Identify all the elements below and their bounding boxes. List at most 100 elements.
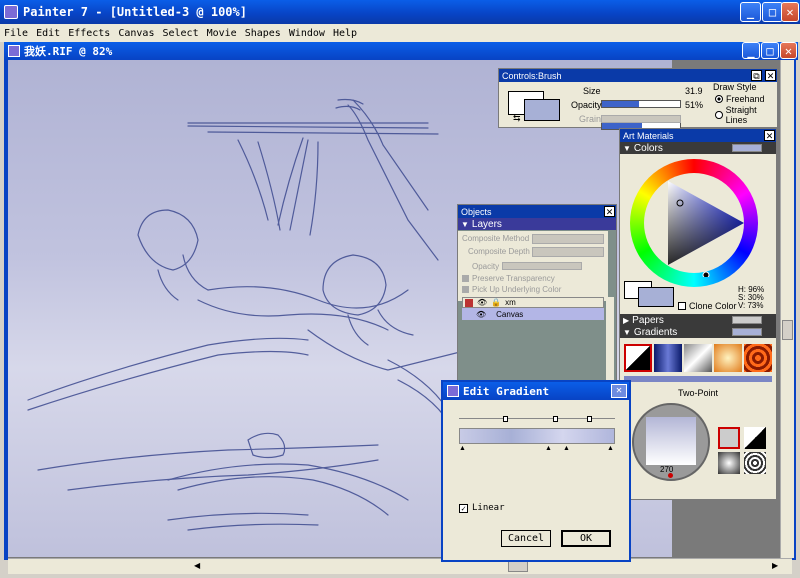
gradient-stop-triangle-icon[interactable]: ▲ (607, 445, 614, 452)
menu-file[interactable]: File (0, 28, 32, 39)
radial-gradient-type-button[interactable] (718, 452, 740, 474)
doc-minimize-button[interactable]: _ (742, 42, 760, 59)
linear-gradient-type-button[interactable] (718, 427, 740, 449)
menu-effects[interactable]: Effects (64, 28, 114, 39)
close-button[interactable]: ✕ (781, 2, 799, 22)
swap-colors-icon[interactable]: ⇆ (513, 113, 521, 124)
edit-gradient-close-button[interactable]: ✕ (611, 384, 627, 398)
layers-scrollbar[interactable] (606, 297, 614, 385)
controls-brush-palette: Controls:Brush ⧉ ✕ ⇆ Size 31.9 Opacity 5… (498, 68, 778, 130)
gradient-swatch-chrome[interactable] (684, 344, 712, 372)
gradient-swatch-selected[interactable] (624, 344, 652, 372)
gradient-angle-ring[interactable]: 270 (632, 403, 710, 481)
am-additional-color-swatch[interactable] (638, 287, 674, 307)
gradient-stop-triangle-icon[interactable]: ▲ (459, 445, 466, 452)
preserve-transparency-checkbox[interactable]: Preserve Transparency (462, 274, 555, 283)
composite-depth-label: Composite Depth (468, 247, 530, 256)
menu-window[interactable]: Window (285, 28, 329, 39)
art-materials-palette: Art Materials ✕ ▼ Colors Clone Color H: … (619, 128, 777, 500)
edit-gradient-title-bar: Edit Gradient ✕ (443, 382, 629, 400)
freehand-radio[interactable]: Freehand (715, 94, 765, 104)
objects-header: Objects ✕ (458, 205, 616, 218)
art-materials-close-button[interactable]: ✕ (764, 130, 775, 141)
dialog-app-icon (447, 385, 459, 397)
radio-unselected-icon (715, 111, 723, 119)
composite-method-select[interactable] (532, 234, 604, 244)
hsv-readout: H: 96% S: 30% V: 73% (738, 286, 764, 310)
app-title: Painter 7 - [Untitled-3 @ 100%] (23, 5, 247, 19)
objects-close-button[interactable]: ✕ (604, 206, 615, 217)
grain-label: Grain (579, 114, 602, 124)
ok-button[interactable]: OK (561, 530, 611, 547)
composite-depth-select[interactable] (532, 247, 604, 257)
document-title: 我妖.RIF @ 82% (24, 45, 113, 58)
controls-brush-close-button[interactable]: ✕ (765, 70, 776, 81)
gradient-stop-handle[interactable] (587, 416, 592, 422)
objects-palette: Objects ✕ ▼ Layers Composite Method Comp… (457, 204, 617, 386)
size-slider[interactable] (601, 100, 681, 108)
gradient-top-stop-track[interactable] (459, 416, 615, 426)
gradients-section-header[interactable]: ▼ Gradients (620, 326, 776, 338)
menu-bar: File Edit Effects Canvas Select Movie Sh… (0, 24, 800, 42)
controls-brush-header: Controls:Brush ⧉ ✕ (499, 69, 777, 82)
edit-gradient-dialog: Edit Gradient ✕ ▲ ▲ ▲ ▲ ✓ Linear Cancel … (441, 380, 631, 562)
gradient-library-scroll[interactable] (624, 376, 772, 382)
palette-restore-icon[interactable]: ⧉ (751, 70, 762, 81)
scroll-left-arrow[interactable]: ◀ (194, 561, 206, 572)
menu-select[interactable]: Select (158, 28, 202, 39)
gradient-bottom-stop-track[interactable]: ▲ ▲ ▲ ▲ (459, 445, 615, 452)
colors-section-header[interactable]: ▼ Colors (620, 142, 776, 154)
grain-slider[interactable] (601, 115, 681, 123)
vertical-scroll-thumb[interactable] (782, 320, 793, 340)
scroll-right-arrow[interactable]: ▶ (772, 561, 784, 572)
gradient-swatch-spiral[interactable] (744, 344, 772, 372)
radio-selected-icon (715, 95, 723, 103)
art-materials-header: Art Materials ✕ (620, 129, 776, 142)
gradient-bar[interactable] (459, 428, 615, 444)
gradient-stop-triangle-icon[interactable]: ▲ (563, 445, 570, 452)
menu-shapes[interactable]: Shapes (241, 28, 285, 39)
circular-gradient-type-button[interactable] (744, 427, 766, 449)
painter-app-icon (4, 5, 18, 19)
gradient-swatch-orange[interactable] (714, 344, 742, 372)
menu-help[interactable]: Help (329, 28, 361, 39)
straight-lines-label: Straight Lines (725, 105, 757, 125)
checkbox-checked-icon: ✓ (459, 503, 468, 513)
saturation-value-triangle[interactable] (640, 169, 748, 277)
layer-row-canvas[interactable]: 👁 Canvas (462, 308, 604, 320)
menu-canvas[interactable]: Canvas (114, 28, 158, 39)
pick-up-color-checkbox[interactable]: Pick Up Underlying Color (462, 285, 561, 294)
straight-lines-radio[interactable]: Straight Lines (715, 105, 777, 125)
gradient-stop-handle[interactable] (503, 416, 508, 422)
lock-icon[interactable]: 🔒 (491, 298, 501, 307)
pick-up-color-label: Pick Up Underlying Color (472, 285, 562, 294)
gradient-library (624, 344, 772, 374)
minimize-button[interactable]: _ (740, 2, 761, 22)
layer-opacity-slider[interactable] (502, 262, 582, 270)
gradient-swatch-blue[interactable] (654, 344, 682, 372)
additional-color-swatch[interactable] (524, 99, 560, 121)
vertical-scrollbar[interactable] (780, 60, 794, 558)
maximize-button[interactable]: □ (762, 2, 783, 22)
doc-maximize-button[interactable]: □ (761, 42, 779, 59)
freehand-label: Freehand (726, 94, 765, 104)
angle-handle[interactable] (668, 473, 673, 478)
horizontal-scrollbar[interactable]: ◀ ▶ (8, 558, 792, 574)
menu-movie[interactable]: Movie (203, 28, 241, 39)
gradient-stop-triangle-icon[interactable]: ▲ (545, 445, 552, 452)
layer-row-xm[interactable]: 👁 🔒 xm (462, 297, 604, 308)
expand-triangle-icon: ▼ (461, 219, 469, 229)
eye-icon[interactable]: 👁 (476, 310, 486, 319)
cancel-button[interactable]: Cancel (501, 530, 551, 547)
clone-color-checkbox[interactable]: Clone Color (678, 301, 737, 311)
gradient-type-label: Two-Point (677, 388, 719, 398)
layers-section-header[interactable]: ▼ Layers (458, 218, 616, 230)
menu-edit[interactable]: Edit (32, 28, 64, 39)
linear-checkbox[interactable]: ✓ Linear (459, 503, 505, 513)
papers-section-header[interactable]: ▶ Papers (620, 314, 776, 326)
spiral-gradient-type-button[interactable] (744, 452, 766, 474)
horizontal-scroll-thumb[interactable] (508, 561, 528, 572)
doc-close-button[interactable]: ✕ (780, 42, 797, 59)
gradient-stop-handle[interactable] (553, 416, 558, 422)
eye-icon[interactable]: 👁 (477, 298, 487, 307)
